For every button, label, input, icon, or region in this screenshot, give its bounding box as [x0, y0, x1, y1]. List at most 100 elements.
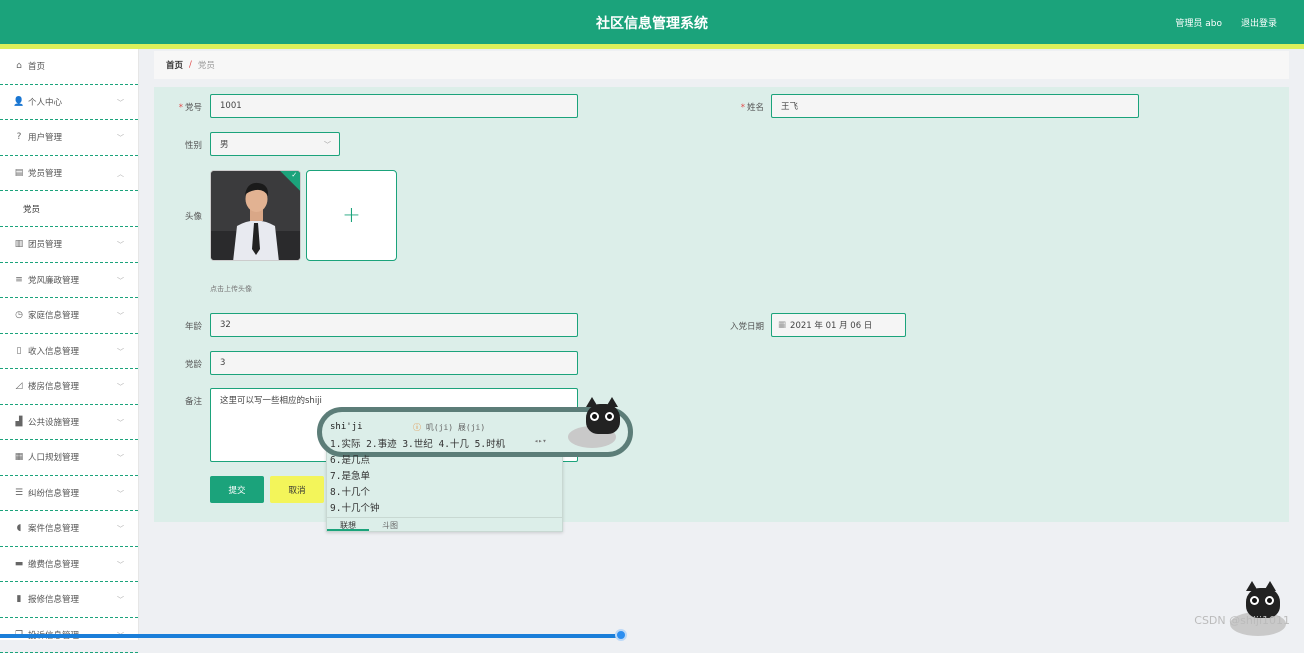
ime-page-arrows-icon[interactable]: ◂▸▾	[534, 437, 547, 445]
ime-candidate[interactable]: 9.十几个钟	[330, 500, 379, 514]
user-icon: 👤	[13, 97, 25, 107]
warning-icon: ⓘ	[413, 423, 421, 432]
sidebar-subitem-member[interactable]: 党员	[0, 191, 138, 227]
avatar-label: 头像	[142, 210, 202, 222]
breadcrumb-current: 党员	[198, 59, 215, 71]
gender-select[interactable]: 男 ﹀	[210, 132, 340, 156]
ime-hint: ⓘ 叽(ji) 屐(ji)	[413, 422, 485, 433]
gender-select-value: 男	[220, 138, 229, 150]
sidebar-item-disputes[interactable]: ☰ 纠纷信息管理 ﹀	[0, 476, 138, 512]
remark-label: 备注	[142, 395, 202, 407]
bell-off-icon: ◿	[13, 381, 25, 391]
sidebar-item-payments[interactable]: ▬ 缴费信息管理 ﹀	[0, 547, 138, 583]
sidebar-item-label: 党风廉政管理	[28, 274, 79, 286]
chevron-down-icon: ﹀	[117, 453, 124, 463]
phone-icon: ▯	[13, 346, 25, 356]
grid-icon: ▦	[13, 452, 25, 462]
current-user: 管理员 abo	[1175, 16, 1222, 29]
ime-candidate[interactable]: 6.是几点	[330, 452, 370, 466]
ime-candidate[interactable]: 7.是急单	[330, 468, 370, 482]
sidebar-item-league-members[interactable]: ▥ 团员管理 ﹀	[0, 227, 138, 263]
cancel-button[interactable]: 取消	[270, 476, 324, 503]
member-no-label: *党号	[142, 101, 202, 113]
upload-hint: 点击上传头像	[210, 284, 252, 294]
sidebar-item-party-members[interactable]: ▤ 党员管理 ︿	[0, 156, 138, 192]
sidebar-item-home[interactable]: ⌂ 首页	[0, 49, 138, 85]
required-mark: *	[741, 103, 745, 113]
sidebar-item-label: 纠纷信息管理	[28, 487, 79, 499]
sidebar-item-label: 用户管理	[28, 131, 62, 143]
building-icon: ▟	[13, 417, 25, 427]
card-icon: ▬	[13, 559, 25, 569]
party-age-input[interactable]: 3	[210, 351, 578, 375]
submit-button[interactable]: 提交	[210, 476, 264, 503]
chevron-down-icon: ﹀	[117, 276, 124, 286]
ime-tab-stickers[interactable]: 斗图	[369, 518, 411, 531]
top-bar: 社区信息管理系统 管理员 abo 退出登录	[0, 0, 1304, 44]
age-input[interactable]: 32	[210, 313, 578, 337]
sidebar-item-label: 个人中心	[28, 96, 62, 108]
sidebar-item-label: 缴费信息管理	[28, 558, 79, 570]
ime-tabs: 联想 斗图	[327, 517, 562, 531]
check-icon: ✓	[291, 171, 297, 179]
member-no-input[interactable]: 1001	[210, 94, 578, 118]
sidebar-item-label: 案件信息管理	[28, 522, 79, 534]
sidebar-item-label: 党员管理	[28, 167, 62, 179]
sidebar-item-label: 收入信息管理	[28, 345, 79, 357]
list-icon: ≡	[13, 275, 25, 285]
chevron-down-icon: ﹀	[117, 311, 124, 321]
sidebar-item-profile[interactable]: 👤 个人中心 ﹀	[0, 85, 138, 121]
avatar-photo	[211, 171, 301, 261]
progress-handle[interactable]	[615, 629, 627, 641]
sidebar-item-family[interactable]: ◷ 家庭信息管理 ﹀	[0, 298, 138, 334]
home-icon: ⌂	[13, 61, 25, 71]
sidebar-item-population[interactable]: ▦ 人口规划管理 ﹀	[0, 440, 138, 476]
avatar: ✓	[210, 170, 301, 261]
sidebar-item-repairs[interactable]: ▮ 报修信息管理 ﹀	[0, 582, 138, 618]
chevron-down-icon: ﹀	[117, 524, 124, 534]
gender-label: 性别	[142, 139, 202, 151]
sidebar-item-label: 家庭信息管理	[28, 309, 79, 321]
join-date-label: 入党日期	[704, 320, 764, 332]
ime-candidate-row[interactable]: 1.实际 2.事迹 3.世纪 4.十几 5.时机	[330, 436, 505, 450]
avatar-upload-button[interactable]: +	[306, 170, 397, 261]
sidebar-item-label: 首页	[28, 60, 45, 72]
sidebar-item-integrity[interactable]: ≡ 党风廉政管理 ﹀	[0, 263, 138, 299]
sidebar-item-cases[interactable]: ◖ 案件信息管理 ﹀	[0, 511, 138, 547]
calendar-icon: ▦	[778, 320, 786, 330]
chevron-down-icon: ﹀	[117, 133, 124, 143]
ime-candidate-window: shi'ji ⓘ 叽(ji) 屐(ji) 1.实际 2.事迹 3.世纪 4.十几…	[326, 412, 563, 532]
ime-tab-suggest[interactable]: 联想	[327, 518, 369, 531]
breadcrumb-home[interactable]: 首页	[166, 59, 183, 71]
microphone-icon: ◖	[13, 523, 25, 533]
sidebar-item-income[interactable]: ▯ 收入信息管理 ﹀	[0, 334, 138, 370]
chevron-down-icon: ﹀	[117, 595, 124, 605]
chevron-down-icon: ﹀	[117, 240, 124, 250]
sidebar-item-buildings[interactable]: ◿ 楼房信息管理 ﹀	[0, 369, 138, 405]
bar-chart-icon: ▮	[13, 594, 25, 604]
chevron-down-icon: ﹀	[117, 418, 124, 428]
chevron-down-icon: ﹀	[117, 347, 124, 357]
sidebar-item-label: 团员管理	[28, 238, 62, 250]
ticket-icon: ▤	[13, 168, 25, 178]
sidebar-item-label: 楼房信息管理	[28, 380, 79, 392]
ime-pinyin: shi'ji	[330, 422, 363, 432]
member-form: *党号 1001 *姓名 王飞 性别 男 ﹀ 头像 ✓ + 点击上传头像 年龄 …	[154, 87, 1289, 522]
chevron-up-icon: ︿	[117, 169, 124, 179]
breadcrumb-separator: /	[189, 60, 192, 70]
required-mark: *	[179, 103, 183, 113]
sidebar: ⌂ 首页 👤 个人中心 ﹀ ? 用户管理 ﹀ ▤ 党员管理 ︿ 党员 ▥ 团员管…	[0, 49, 139, 640]
ime-candidate[interactable]: 8.十几个	[330, 484, 370, 498]
join-date-picker[interactable]: ▦ 2021 年 01 月 06 日	[771, 313, 906, 337]
chevron-down-icon: ﹀	[324, 140, 331, 150]
chevron-down-icon: ﹀	[117, 489, 124, 499]
sidebar-item-users[interactable]: ? 用户管理 ﹀	[0, 120, 138, 156]
join-date-value: 2021 年 01 月 06 日	[790, 319, 872, 331]
name-input[interactable]: 王飞	[771, 94, 1139, 118]
clock-icon: ◷	[13, 310, 25, 320]
sidebar-item-label: 人口规划管理	[28, 451, 79, 463]
sidebar-item-label: 公共设施管理	[28, 416, 79, 428]
help-circle-icon: ?	[13, 132, 25, 142]
logout-link[interactable]: 退出登录	[1241, 16, 1277, 29]
sidebar-item-facilities[interactable]: ▟ 公共设施管理 ﹀	[0, 405, 138, 441]
